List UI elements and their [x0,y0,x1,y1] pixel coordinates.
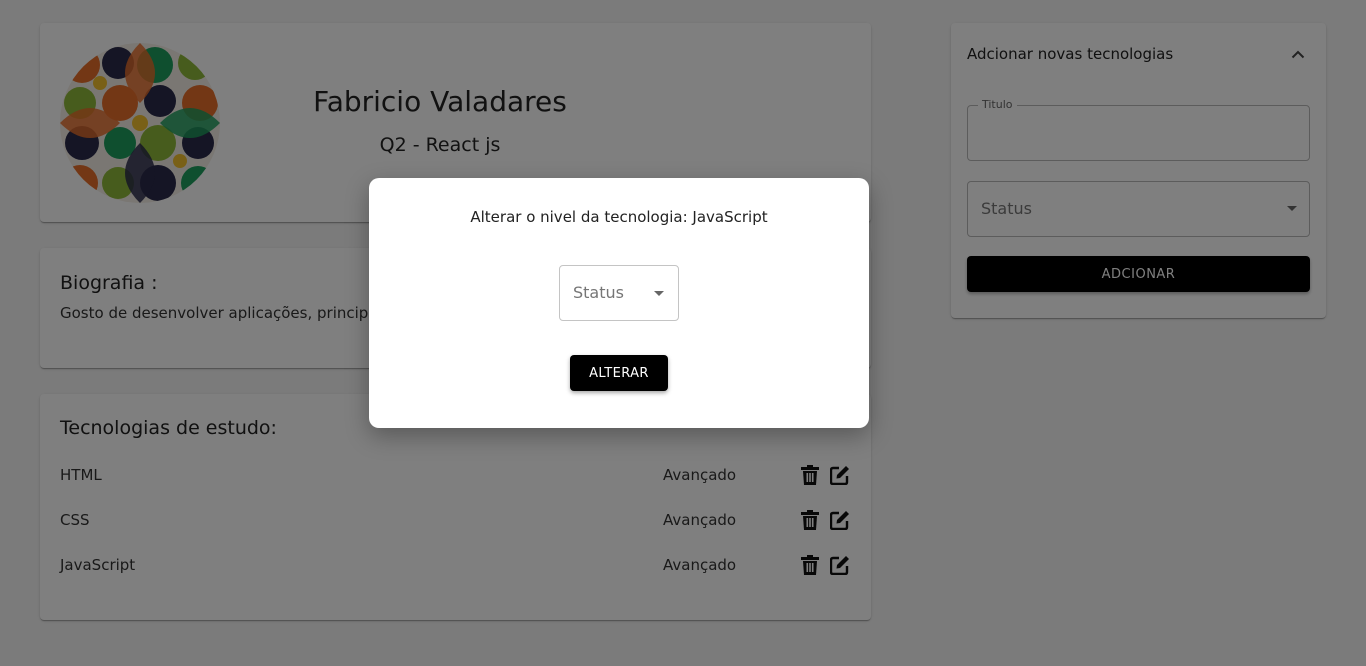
modal-status-select[interactable]: Status [559,265,679,321]
change-level-modal: Alterar o nivel da tecnologia: JavaScrip… [369,178,869,428]
change-level-button[interactable]: ALTERAR [570,355,668,391]
modal-title: Alterar o nivel da tecnologia: JavaScrip… [470,208,768,226]
modal-status-placeholder: Status [573,283,624,302]
caret-down-icon [654,291,664,296]
